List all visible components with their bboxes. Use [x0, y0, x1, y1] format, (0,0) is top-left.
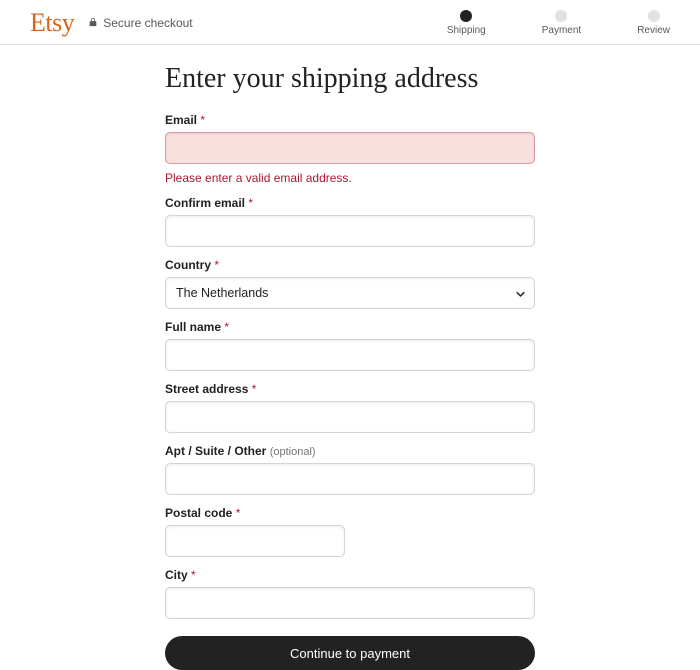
- label-country: Country *: [165, 258, 535, 272]
- city-field[interactable]: [165, 587, 535, 619]
- full-name-field[interactable]: [165, 339, 535, 371]
- page-title: Enter your shipping address: [165, 63, 535, 95]
- secure-label: Secure checkout: [103, 16, 192, 30]
- checkout-steps: Shipping Payment Review: [447, 10, 670, 36]
- label-confirm-email: Confirm email *: [165, 196, 535, 210]
- step-dot-icon: [648, 10, 660, 22]
- step-label: Review: [637, 25, 670, 36]
- label-postal: Postal code *: [165, 506, 535, 520]
- street-address-field[interactable]: [165, 401, 535, 433]
- label-street: Street address *: [165, 382, 535, 396]
- step-dot-icon: [555, 10, 567, 22]
- postal-code-field[interactable]: [165, 525, 345, 557]
- country-select[interactable]: The Netherlands: [165, 277, 535, 309]
- step-label: Shipping: [447, 25, 486, 36]
- confirm-email-field[interactable]: [165, 215, 535, 247]
- lock-icon: [88, 16, 98, 31]
- secure-checkout-badge: Secure checkout: [88, 16, 192, 31]
- email-field[interactable]: [165, 132, 535, 164]
- continue-to-payment-button[interactable]: Continue to payment: [165, 636, 535, 670]
- apt-suite-field[interactable]: [165, 463, 535, 495]
- step-payment: Payment: [542, 10, 581, 36]
- step-label: Payment: [542, 25, 581, 36]
- label-city: City *: [165, 568, 535, 582]
- step-dot-icon: [460, 10, 472, 22]
- label-apt: Apt / Suite / Other (optional): [165, 444, 535, 458]
- step-shipping: Shipping: [447, 10, 486, 36]
- step-review: Review: [637, 10, 670, 36]
- label-full-name: Full name *: [165, 320, 535, 334]
- logo[interactable]: Etsy: [30, 8, 74, 38]
- label-email: Email *: [165, 113, 535, 127]
- email-error-text: Please enter a valid email address.: [165, 171, 535, 185]
